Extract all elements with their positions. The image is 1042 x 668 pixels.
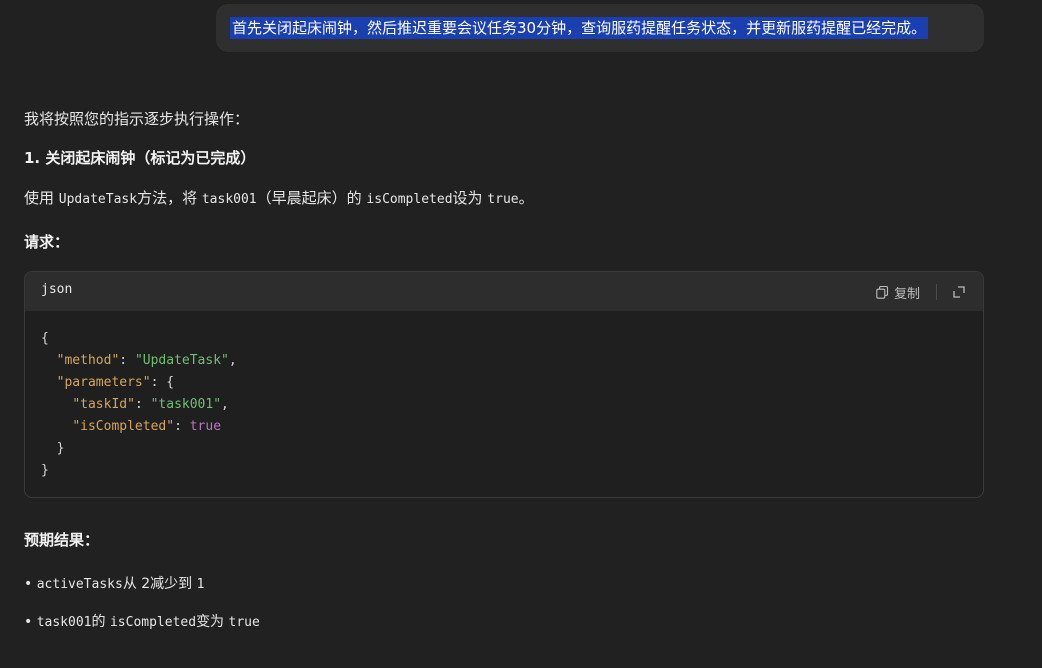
request-heading: 请求： — [24, 233, 70, 251]
expand-button[interactable] — [950, 283, 968, 301]
step1-text: 方法，将 — [137, 189, 202, 207]
copy-button[interactable]: 复制 — [876, 281, 920, 303]
bullet: • — [24, 614, 37, 630]
copy-icon — [876, 285, 889, 299]
inline-code: task001 — [36, 615, 92, 630]
chat-page: 首先关闭起床闹钟，然后推迟重要会议任务30分钟，查询服药提醒任务状态，并更新服药… — [0, 0, 1042, 668]
result-text: 变为 — [196, 614, 229, 630]
copy-label: 复制 — [894, 286, 921, 302]
step1-text: 。 — [518, 189, 534, 207]
inline-code: isCompleted — [366, 192, 453, 207]
code-block: json 复制 { "method": "UpdateTask", "param… — [24, 271, 984, 498]
step1-heading: 1. 关闭起床闹钟（标记为已完成） — [24, 149, 256, 167]
step1-text: 使用 — [24, 189, 59, 207]
user-message-bubble: 首先关闭起床闹钟，然后推迟重要会议任务30分钟，查询服药提醒任务状态，并更新服药… — [216, 4, 984, 52]
inline-code: UpdateTask — [58, 192, 138, 207]
inline-code: true — [228, 615, 260, 630]
bullet: • — [24, 576, 37, 592]
inline-code: isCompleted — [109, 615, 197, 630]
inline-code: activeTasks — [36, 577, 123, 592]
expected-heading: 预期结果： — [24, 531, 100, 549]
code-block-header: json 复制 — [25, 272, 983, 311]
inline-code: task001 — [201, 192, 257, 207]
list-item: • task001的 isCompleted变为 true — [24, 611, 260, 634]
list-item: • activeTasks从 2减少到 1 — [24, 573, 204, 596]
step1-text: （早晨起床）的 — [256, 189, 367, 207]
inline-code: 1 — [196, 577, 205, 592]
code-language-label: json — [41, 282, 73, 297]
header-divider — [936, 284, 937, 300]
code-content[interactable]: { "method": "UpdateTask", "parameters": … — [41, 328, 237, 482]
step1-description: 使用 UpdateTask方法，将 task001（早晨起床）的 isCompl… — [24, 187, 534, 211]
user-message-text[interactable]: 首先关闭起床闹钟，然后推迟重要会议任务30分钟，查询服药提醒任务状态，并更新服药… — [230, 17, 929, 39]
result-text: 从 2减少到 — [122, 576, 197, 592]
intro-text: 我将按照您的指示逐步执行操作： — [24, 110, 250, 128]
inline-code: true — [487, 192, 519, 207]
result-text: 的 — [91, 614, 110, 630]
expand-icon — [953, 286, 965, 298]
step1-text: 设为 — [452, 189, 488, 207]
